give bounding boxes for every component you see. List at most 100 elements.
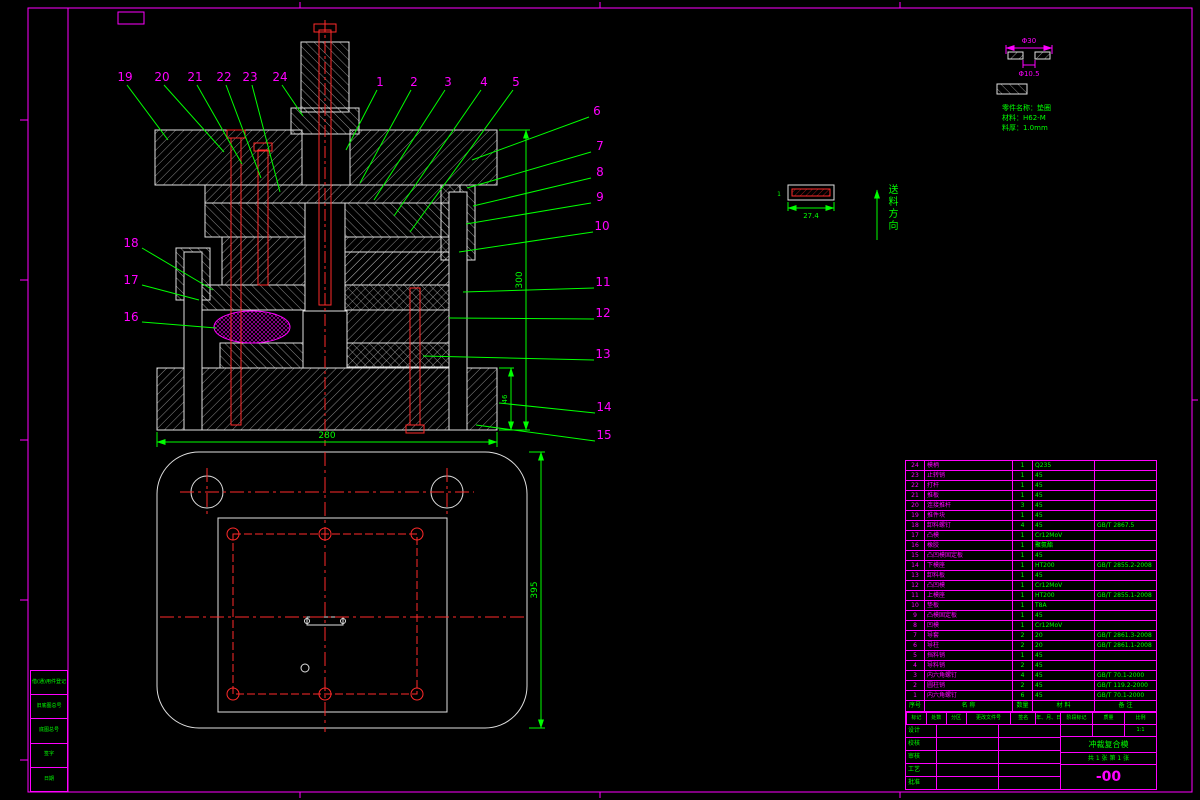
callout-label: 15 (596, 428, 611, 442)
bom-name: 导套 (924, 631, 1012, 640)
bom-row: 19 推件块 1 45 (906, 511, 1156, 521)
bom-no: 4 (913, 662, 917, 669)
callout-label: 11 (595, 275, 610, 289)
section-view (154, 41, 498, 431)
bom-no: 13 (911, 572, 919, 579)
bom-qty: 1 (1012, 471, 1032, 480)
title-block-right: 阶段标记 质量 比例 1:1 冲裁复合模 共 1 张 第 1 张 -00 (1061, 713, 1156, 789)
bom-name: 凸模 (924, 531, 1012, 540)
bom-no: 5 (913, 652, 917, 659)
bom-note (1094, 461, 1156, 470)
bom-header-no: 序号 (908, 702, 921, 709)
callout-label: 5 (512, 75, 520, 89)
bom-row: 24 模柄 1 Q235 (906, 461, 1156, 471)
margin-strip: 借(通)用件登记 旧底图总号 底图总号 签字 日期 (30, 670, 68, 792)
feed-direction-label: 送料方向 (886, 184, 897, 232)
stage-header: 阶段标记 质量 比例 (1061, 713, 1156, 725)
bom-note (1094, 651, 1156, 660)
workpiece-note-name: 零件名称：垫圈 (1002, 103, 1051, 112)
bom-note (1094, 541, 1156, 550)
bom-note (1094, 601, 1156, 610)
bom-row: 23 止转销 1 45 (906, 471, 1156, 481)
title-block: 标记 处数 分区 更改文件号 签名 年、月、日 设计 校核 审核 工艺 批准 阶… (905, 712, 1157, 790)
bom-note: GB/T 119.2-2000 (1094, 681, 1156, 690)
bom-no: 21 (911, 492, 919, 499)
callout-label: 10 (594, 219, 609, 233)
signature-label: 批准 (908, 779, 921, 786)
revision-header-cell: 标记 (906, 713, 926, 724)
bom-material: 聚氨酯 (1032, 541, 1094, 550)
mass-cell (1092, 725, 1124, 736)
bom-material: 45 (1032, 501, 1094, 510)
callout-label: 22 (216, 70, 231, 84)
callout-label: 23 (242, 70, 257, 84)
margin-strip-cell: 旧底图总号 (31, 695, 67, 720)
bom-material: HT200 (1032, 561, 1094, 570)
plan-pin-hole (300, 663, 310, 673)
bom-no: 8 (913, 622, 917, 629)
signature-label: 审核 (908, 753, 921, 760)
bom-note: GB/T 70.1-2000 (1094, 671, 1156, 680)
bom-name: 内六角螺钉 (924, 691, 1012, 700)
bom-no: 6 (913, 642, 917, 649)
revision-header-cell: 签名 (1010, 713, 1035, 724)
bom-qty: 1 (1012, 481, 1032, 490)
bom-note: GB/T 2861.1-2008 (1094, 641, 1156, 650)
bom-name: 卸料螺钉 (924, 521, 1012, 530)
bom-qty: 1 (1012, 581, 1032, 590)
bom-name: 推件块 (924, 511, 1012, 520)
bom-row: 10 垫板 1 T8A (906, 601, 1156, 611)
signature-name-cell (936, 725, 998, 737)
bom-note (1094, 531, 1156, 540)
bom-qty: 1 (1012, 591, 1032, 600)
bom-name: 连接推杆 (924, 501, 1012, 510)
guide-pillar-right (448, 191, 468, 431)
plan-centerlines (160, 452, 527, 732)
bom-no: 16 (911, 542, 919, 549)
callout-label: 19 (117, 70, 132, 84)
signature-row: 审核 (906, 751, 1060, 764)
bom-row: 5 挡料销 1 45 (906, 651, 1156, 661)
callout-label: 1 (376, 75, 384, 89)
bom-material: HT200 (1032, 591, 1094, 600)
bom-header-material: 材 料 (1032, 701, 1094, 711)
bom-no: 20 (911, 502, 919, 509)
bom-name: 打杆 (924, 481, 1012, 490)
bom-name: 挡料销 (924, 651, 1012, 660)
bom-material: 45 (1032, 661, 1094, 670)
revision-header-cell: 分区 (945, 713, 966, 724)
bom-no: 17 (911, 532, 919, 539)
stage-mark-cell (1061, 725, 1092, 736)
bom-name: 橡胶 (924, 541, 1012, 550)
callout-label: 7 (596, 139, 604, 153)
signature-rows: 设计 校核 审核 工艺 批准 (906, 725, 1060, 789)
bom-material: 20 (1032, 631, 1094, 640)
signature-name-cell (936, 738, 998, 750)
bom-name: 垫板 (924, 601, 1012, 610)
callout-label: 16 (123, 310, 138, 324)
bom-no: 22 (911, 482, 919, 489)
bom-qty: 1 (1012, 561, 1032, 570)
bom-name: 导料销 (924, 661, 1012, 670)
bom-name: 卸料板 (924, 571, 1012, 580)
bom-qty: 1 (1012, 541, 1032, 550)
plan-view (156, 451, 545, 732)
callout-label: 24 (272, 70, 287, 84)
margin-strip-cell: 借(通)用件登记 (31, 671, 67, 696)
cad-viewport[interactable]: 1 2 3 4 5 6 7 8 9 10 11 12 13 14 15 16 1… (0, 0, 1200, 800)
bom-note (1094, 481, 1156, 490)
bom-qty: 1 (1012, 491, 1032, 500)
bom-qty: 2 (1012, 631, 1032, 640)
bom-no: 23 (911, 472, 919, 479)
bom-row: 6 导柱 2 20 GB/T 2861.1-2008 (906, 641, 1156, 651)
callout-label: 14 (596, 400, 611, 414)
bom-no: 3 (913, 672, 917, 679)
title-block-left: 标记 处数 分区 更改文件号 签名 年、月、日 设计 校核 审核 工艺 批准 (906, 713, 1061, 789)
signature-name-cell (936, 751, 998, 763)
margin-strip-cell: 签字 (31, 744, 67, 768)
bom-note: GB/T 70.1-2000 (1094, 691, 1156, 700)
bom-row: 13 卸料板 1 45 (906, 571, 1156, 581)
bom-name: 凸模固定板 (924, 611, 1012, 620)
bom-name: 下模座 (924, 561, 1012, 570)
bom-material: 45 (1032, 651, 1094, 660)
